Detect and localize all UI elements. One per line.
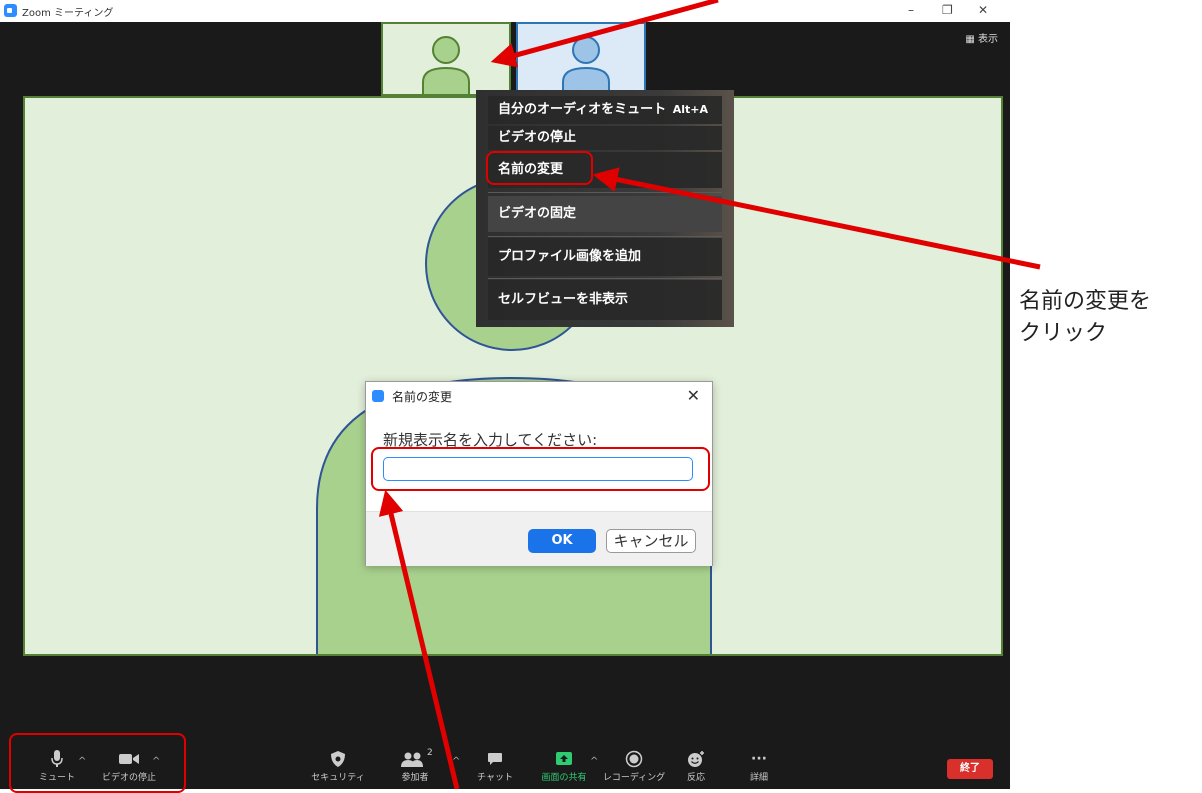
recording-label: レコーディング [602,773,666,783]
more-label: 詳細 [749,773,768,783]
share-options-caret[interactable]: ^ [590,756,598,767]
participants-button[interactable]: 2 参加者 [380,748,450,783]
menu-item-pin-video[interactable]: ビデオの固定 [488,196,722,232]
chat-label: チャット [477,773,513,783]
menu-item-label: ビデオの固定 [498,206,577,221]
participants-label: 参加者 [401,773,429,783]
cancel-button[interactable]: キャンセル [606,529,696,553]
close-button[interactable]: ✕ [978,3,988,17]
participants-count: 2 [427,748,433,758]
dialog-header: 名前の変更 ✕ [366,382,712,410]
dialog-close-icon[interactable]: ✕ [687,386,700,405]
annotation-box-audio-video [9,733,186,793]
callout-line-1: 名前の変更を [1019,289,1152,314]
menu-shortcut: Alt+A [672,103,708,116]
menu-item-mute-audio[interactable]: 自分のオーディオをミュート Alt+A [488,96,722,124]
menu-item-label: ビデオの停止 [498,130,577,145]
recording-button[interactable]: レコーディング [599,750,669,783]
menu-item-stop-video[interactable]: ビデオの停止 [488,126,722,150]
shield-icon [331,751,345,767]
end-meeting-button[interactable]: 終了 [947,759,993,779]
share-screen-icon [556,752,572,765]
self-video-tile[interactable] [381,22,511,96]
annotation-box-name-input [371,447,710,491]
menu-item-label: プロファイル画像を追加 [498,249,642,264]
annotation-box-rename-menu [486,151,593,185]
restore-button[interactable]: ❐ [942,3,953,17]
more-dots-icon: ··· [751,751,767,767]
share-screen-label: 画面の共有 [541,773,587,783]
menu-divider [488,236,722,237]
participant-video-tile[interactable] [516,22,646,96]
more-button[interactable]: ··· 詳細 [724,750,794,783]
ok-button[interactable]: OK [528,529,596,553]
annotation-callout: 名前の変更を クリック [1019,286,1151,350]
minimize-button[interactable]: – [908,3,914,17]
record-icon [625,750,643,768]
menu-divider [488,278,722,279]
dialog-title: 名前の変更 [392,390,453,404]
zoom-logo-icon [372,390,384,402]
title-bar: Zoom ミーティング – ❐ ✕ [0,0,1010,22]
menu-item-label: セルフビューを非表示 [498,292,629,307]
menu-item-add-profile-picture[interactable]: プロファイル画像を追加 [488,238,722,276]
share-screen-button[interactable]: 画面の共有 [529,750,599,783]
avatar-placeholder-icon [562,36,610,94]
chat-bubble-icon [488,753,502,765]
participants-icon [401,752,423,767]
reactions-label: 反応 [686,773,705,783]
zoom-logo-icon [4,4,17,17]
view-button[interactable]: ▦ 表示 [965,30,998,45]
security-button[interactable]: セキュリティ [303,750,373,783]
reactions-button[interactable]: 反応 [661,750,731,783]
video-context-menu: 自分のオーディオをミュート Alt+A ビデオの停止 名前の変更 ビデオの固定 … [476,90,734,327]
callout-line-2: クリック [1019,321,1108,346]
chat-button[interactable]: チャット [460,750,530,783]
avatar-placeholder-icon [422,36,470,94]
menu-divider [488,192,722,193]
menu-item-hide-self-view[interactable]: セルフビューを非表示 [488,280,722,320]
window-title: Zoom ミーティング [22,8,114,19]
reaction-smiley-icon [688,751,704,767]
security-label: セキュリティ [311,773,365,783]
menu-item-label: 自分のオーディオをミュート [498,102,667,117]
